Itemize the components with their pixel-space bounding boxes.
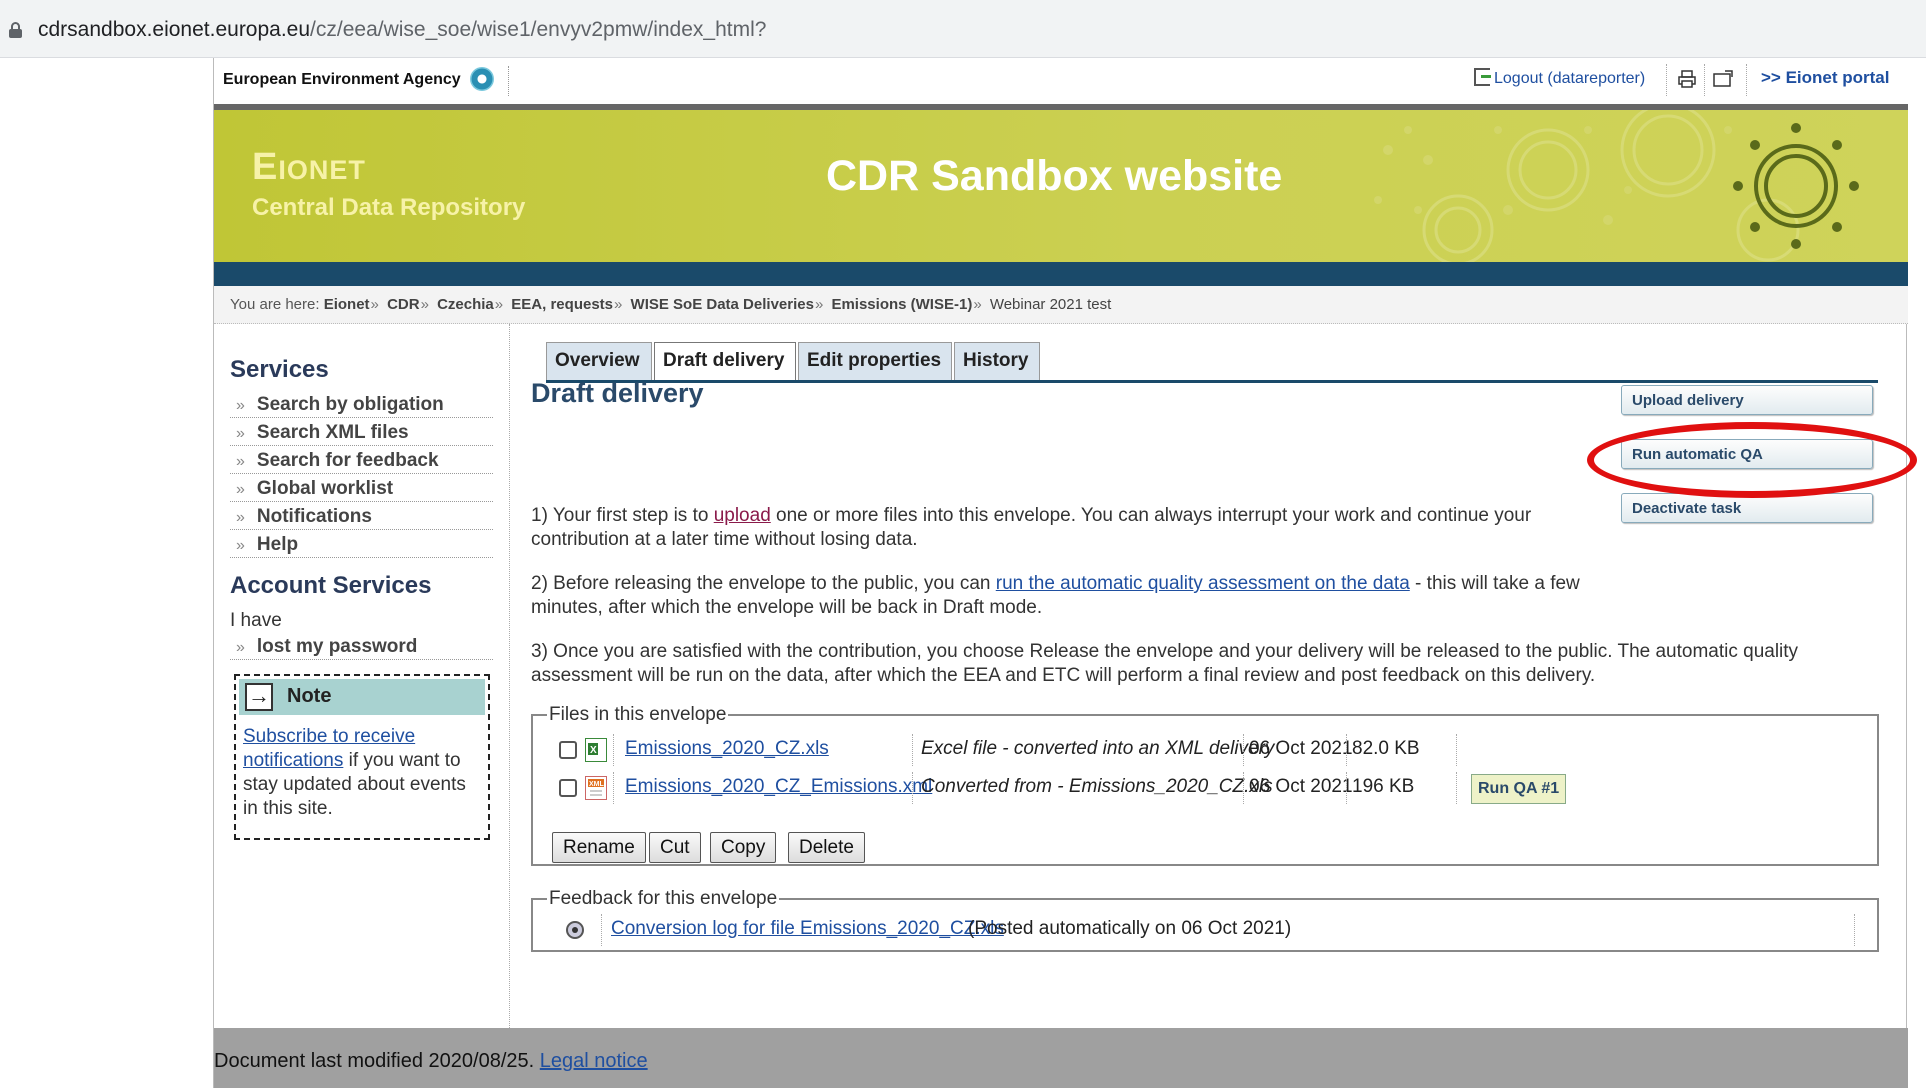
arrow-right-icon: → — [245, 683, 273, 711]
footer: Document last modified 2020/08/25. Legal… — [214, 1028, 1908, 1088]
sidebar-item-global-worklist[interactable]: » Global worklist — [230, 474, 493, 502]
svg-text:X: X — [590, 745, 597, 756]
logout-link[interactable]: Logout (datareporter) — [1474, 68, 1645, 88]
file-checkbox[interactable] — [559, 779, 577, 797]
file-row: XML Emissions_2020_CZ_Emissions.xml Conv… — [551, 772, 1871, 806]
upload-delivery-button[interactable]: Upload delivery — [1621, 385, 1873, 415]
main-content: Overview Draft delivery Edit properties … — [511, 324, 1917, 1028]
cut-button[interactable]: Cut — [649, 832, 701, 863]
eea-logo-icon — [470, 67, 494, 91]
file-link[interactable]: Emissions_2020_CZ.xls — [625, 738, 829, 760]
rename-button[interactable]: Rename — [552, 832, 646, 863]
nav-bar — [214, 262, 1908, 286]
highlight-circle — [1587, 422, 1917, 498]
tab-draft-delivery[interactable]: Draft delivery — [654, 342, 796, 380]
step-2-text: 2) Before releasing the envelope to the … — [531, 573, 1580, 618]
left-sidebar: Services » Search by obligation » Search X… — [214, 324, 510, 1028]
agency-name[interactable]: European Environment Agency — [223, 71, 461, 89]
breadcrumb: You are here: Eionet» CDR» Czechia» EEA,… — [214, 286, 1908, 324]
note-header: → Note — [239, 679, 485, 715]
print-icon[interactable] — [1678, 70, 1696, 88]
file-date: 06 Oct 2021 — [1249, 776, 1353, 797]
delete-button[interactable]: Delete — [788, 832, 865, 863]
services-list: » Search by obligation » Search XML files … — [230, 390, 493, 558]
info-icon — [566, 921, 584, 939]
breadcrumb-item[interactable]: Czechia — [437, 296, 494, 313]
note-box: → Note Subscribe to receive notifications… — [234, 674, 490, 840]
run-qa-link[interactable]: run the automatic quality assessment on … — [996, 573, 1410, 594]
address-bar[interactable]: cdrsandbox.eionet.europa.eu/cz/eea/wise_… — [0, 0, 1926, 58]
breadcrumb-item[interactable]: Eionet — [324, 296, 370, 313]
breadcrumb-item[interactable]: CDR — [387, 296, 420, 313]
decorative-sun-icon — [1374, 110, 1859, 262]
url-text[interactable]: cdrsandbox.eionet.europa.eu/cz/eea/wise_… — [38, 18, 766, 42]
lock-icon — [9, 22, 22, 38]
tab-overview[interactable]: Overview — [546, 342, 652, 380]
legal-notice-link[interactable]: Legal notice — [540, 1050, 648, 1072]
site-header: Eionet Central Data Repository CDR Sandb… — [214, 110, 1908, 262]
account-list: » lost my password — [230, 632, 493, 660]
conversion-log-link[interactable]: Conversion log for file Emissions_2020_C… — [611, 918, 1004, 940]
step-3-text: 3) Once you are satisfied with the contr… — [531, 641, 1799, 686]
page: European Environment Agency Logout (data… — [213, 58, 1917, 1088]
copy-button[interactable]: Copy — [710, 832, 777, 863]
run-qa-button[interactable]: Run QA #1 — [1471, 774, 1567, 804]
note-text: Subscribe to receive notifications if yo… — [243, 726, 466, 819]
file-description: Converted from - Emissions_2020_CZ.xls — [921, 776, 1273, 797]
file-date: 06 Oct 2021 — [1249, 738, 1353, 759]
page-title: Draft delivery — [531, 378, 704, 408]
sidebar-item-lost-password[interactable]: » lost my password — [230, 632, 493, 660]
footer-text: Document last modified 2020/08/25. — [214, 1050, 540, 1072]
svg-text:XML: XML — [589, 781, 605, 788]
tab-edit-properties[interactable]: Edit properties — [798, 342, 952, 380]
fullscreen-icon[interactable] — [1713, 70, 1733, 88]
file-size: 82.0 KB — [1352, 738, 1420, 759]
files-legend: Files in this envelope — [549, 704, 727, 725]
account-services-heading: Account Services — [230, 572, 432, 599]
file-row: X Emissions_2020_CZ.xls Excel file - con… — [551, 734, 1871, 768]
feedback-legend: Feedback for this envelope — [549, 888, 778, 909]
breadcrumb-item[interactable]: EEA, requests — [511, 296, 613, 313]
url-host: cdrsandbox.eionet.europa.eu — [38, 18, 311, 41]
file-size: 196 KB — [1352, 776, 1415, 797]
file-description: Excel file - converted into an XML deliv… — [921, 738, 1275, 759]
logout-label: Logout (datareporter) — [1494, 70, 1646, 87]
sidebar-item-search-by-obligation[interactable]: » Search by obligation — [230, 390, 493, 418]
tab-history[interactable]: History — [954, 342, 1040, 380]
url-path: /cz/eea/wise_soe/wise1/envyv2pmw/index_h… — [310, 18, 767, 41]
file-checkbox[interactable] — [559, 741, 577, 759]
feedback-posted: (Posted automatically on 06 Oct 2021) — [968, 918, 1292, 939]
site-title: CDR Sandbox website — [826, 152, 1283, 200]
logout-icon — [1474, 68, 1491, 86]
sidebar-item-search-xml-files[interactable]: » Search XML files — [230, 418, 493, 446]
account-intro: I have — [230, 610, 282, 631]
breadcrumb-item[interactable]: Emissions (WISE-1) — [831, 296, 972, 313]
cdr-subtitle: Central Data Repository — [252, 194, 526, 221]
upload-link[interactable]: upload — [714, 505, 771, 526]
xml-file-icon: XML — [585, 776, 607, 800]
eionet-portal-link[interactable]: >> Eionet portal — [1761, 68, 1889, 88]
sidebar-item-search-for-feedback[interactable]: » Search for feedback — [230, 446, 493, 474]
sidebar-item-notifications[interactable]: » Notifications — [230, 502, 493, 530]
sidebar-item-help[interactable]: » Help — [230, 530, 493, 558]
eionet-logo-text[interactable]: Eionet — [252, 146, 366, 189]
services-heading: Services — [230, 356, 329, 383]
file-link[interactable]: Emissions_2020_CZ_Emissions.xml — [625, 776, 932, 798]
top-bar: European Environment Agency Logout (data… — [214, 58, 1908, 104]
step-1-text: 1) Your first step is to upload one or m… — [531, 505, 1532, 550]
excel-file-icon: X — [585, 738, 607, 762]
breadcrumb-item[interactable]: WISE SoE Data Deliveries — [631, 296, 814, 313]
feedback-row: Conversion log for file Emissions_2020_C… — [551, 914, 1871, 948]
breadcrumb-prefix: You are here: — [230, 296, 320, 313]
breadcrumb-current: Webinar 2021 test — [989, 296, 1112, 313]
